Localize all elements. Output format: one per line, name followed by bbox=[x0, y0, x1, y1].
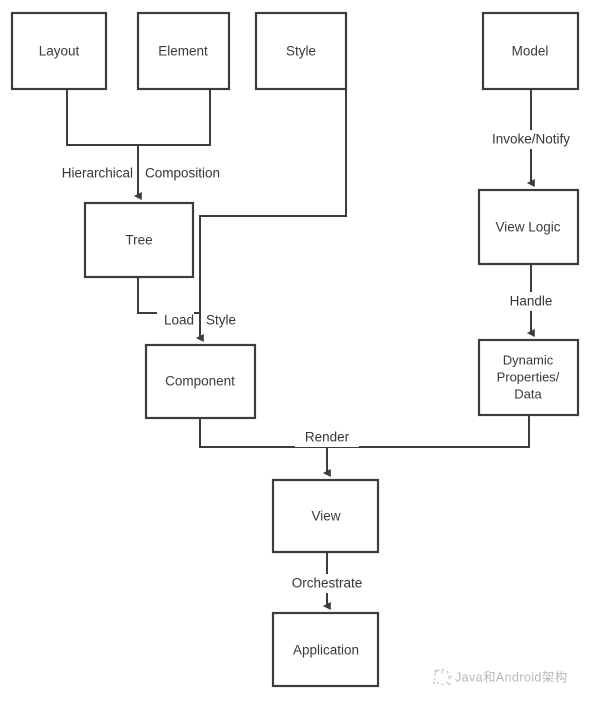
edge-label-orchestrate: Orchestrate bbox=[292, 576, 363, 591]
node-application[interactable]: Application bbox=[271, 611, 380, 688]
edge-label-style: Style bbox=[206, 313, 236, 328]
architecture-diagram: Hierarchical Composition Invoke/Notify L… bbox=[0, 0, 600, 705]
node-view-label: View bbox=[311, 509, 340, 524]
edge-style-to-component bbox=[195, 88, 347, 343]
node-model[interactable]: Model bbox=[481, 11, 580, 91]
radial-burst-icon bbox=[432, 668, 452, 686]
edge-label-load: Load bbox=[164, 313, 194, 328]
node-layout[interactable]: Layout bbox=[10, 11, 108, 91]
node-tree-label: Tree bbox=[125, 233, 152, 248]
node-dynamic-properties-data-line-3: Data bbox=[514, 386, 542, 401]
edge-label-composition: Composition bbox=[145, 166, 220, 181]
node-view-logic-label: View Logic bbox=[495, 220, 560, 235]
edge-label-hierarchical: Hierarchical bbox=[62, 166, 133, 181]
diagram-canvas: Hierarchical Composition Invoke/Notify L… bbox=[10, 11, 580, 688]
edge-label-invoke-notify: Invoke/Notify bbox=[492, 132, 570, 147]
node-dynamic-properties-data[interactable]: Dynamic Properties/ Data bbox=[477, 338, 580, 417]
node-element-label: Element bbox=[158, 44, 208, 59]
node-view-logic[interactable]: View Logic bbox=[477, 188, 580, 266]
watermark: Java和Android架构 bbox=[432, 668, 568, 686]
edge-tree-to-component bbox=[137, 276, 201, 314]
watermark-text: Java和Android架构 bbox=[455, 669, 568, 684]
node-tree[interactable]: Tree bbox=[83, 201, 195, 279]
node-layout-label: Layout bbox=[39, 44, 80, 59]
node-dynamic-properties-data-line-2: Properties/ bbox=[497, 369, 560, 384]
edge-label-render: Render bbox=[305, 430, 350, 445]
node-view[interactable]: View bbox=[271, 478, 380, 554]
node-style-label: Style bbox=[286, 44, 316, 59]
edge-component-to-render-bus bbox=[199, 417, 530, 448]
edge-label-handle: Handle bbox=[510, 294, 553, 309]
node-model-label: Model bbox=[512, 44, 549, 59]
node-component[interactable]: Component bbox=[144, 343, 257, 420]
node-dynamic-properties-data-line-1: Dynamic bbox=[503, 352, 554, 367]
edge-layout-to-tree bbox=[66, 88, 211, 146]
node-component-label: Component bbox=[165, 374, 235, 389]
node-style[interactable]: Style bbox=[254, 11, 348, 91]
node-element[interactable]: Element bbox=[136, 11, 231, 91]
node-application-label: Application bbox=[293, 643, 359, 658]
